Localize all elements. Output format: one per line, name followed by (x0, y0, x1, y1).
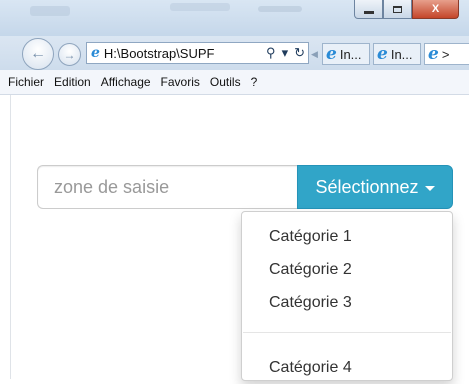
menu-item-affichage[interactable]: Affichage (101, 75, 151, 89)
menu-bar: Fichier Edition Affichage Favoris Outils… (0, 70, 469, 95)
minimize-button[interactable] (354, 0, 383, 19)
refresh-icon[interactable]: ↻ (294, 45, 305, 61)
ie-page-icon: e (91, 45, 100, 61)
search-icon[interactable]: ⚲ (266, 45, 276, 61)
maximize-button[interactable] (383, 0, 412, 19)
input-group: Sélectionnez (37, 165, 453, 209)
window-controls: X (354, 0, 459, 20)
dropdown-menu: Catégorie 1 Catégorie 2 Catégorie 3 Caté… (241, 211, 453, 381)
dropdown-item-label: Catégorie 2 (269, 261, 352, 278)
dropdown-item-categorie-3[interactable]: Catégorie 3 (242, 287, 452, 319)
dropdown-item-label: Catégorie 4 (269, 359, 352, 376)
browser-tab[interactable]: e In... (322, 43, 370, 65)
select-dropdown-button[interactable]: Sélectionnez (297, 165, 453, 209)
navigation-bar: ← → e H:\Bootstrap\SUPF ⚲ ▾ ↻ ◀ e In... … (0, 36, 469, 70)
browser-tab-active[interactable]: e > (424, 43, 469, 65)
menu-item-outils[interactable]: Outils (210, 75, 241, 89)
close-icon: X (431, 3, 440, 15)
dropdown-item-categorie-2[interactable]: Catégorie 2 (242, 254, 452, 286)
tab-label: In... (390, 46, 413, 62)
menu-item-edition[interactable]: Edition (54, 75, 91, 89)
dropdown-item-label: Catégorie 3 (269, 294, 352, 311)
select-button-label: Sélectionnez (315, 176, 419, 197)
menu-item-help[interactable]: ? (251, 75, 258, 89)
address-bar[interactable]: e H:\Bootstrap\SUPF ⚲ ▾ ↻ (86, 42, 309, 64)
menu-item-fichier[interactable]: Fichier (8, 75, 44, 89)
ie-tab-icon: e (428, 43, 439, 64)
tab-label: In... (339, 46, 362, 62)
arrow-left-icon: ← (30, 45, 46, 62)
minimize-icon (363, 10, 374, 14)
dropdown-item-categorie-1[interactable]: Catégorie 1 (242, 221, 452, 253)
menu-item-favoris[interactable]: Favoris (161, 75, 200, 89)
back-button[interactable]: ← (22, 38, 54, 70)
dropdown-divider (243, 332, 451, 333)
ie-tab-icon: e (377, 43, 388, 64)
frame-edge (10, 95, 11, 379)
tab-close-icon[interactable]: > (442, 47, 450, 62)
text-input[interactable] (37, 165, 297, 209)
dropdown-item-categorie-4[interactable]: Catégorie 4 (242, 352, 452, 384)
forward-button[interactable]: → (58, 43, 81, 66)
window-titlebar: X (0, 0, 469, 36)
titlebar-blur (170, 3, 230, 11)
arrow-right-icon: → (63, 47, 76, 62)
browser-tab[interactable]: e In... (373, 43, 421, 65)
chevron-down-icon[interactable]: ▾ (282, 45, 289, 61)
titlebar-blur (30, 6, 70, 16)
close-button[interactable]: X (412, 0, 459, 19)
dropdown-item-label: Catégorie 1 (269, 228, 352, 245)
address-url[interactable]: H:\Bootstrap\SUPF (104, 46, 263, 61)
titlebar-blur (258, 6, 302, 12)
ie-tab-icon: e (326, 43, 337, 64)
maximize-icon (393, 5, 402, 13)
caret-down-icon (424, 185, 435, 191)
tab-scroll-left-icon[interactable]: ◀ (311, 49, 318, 60)
